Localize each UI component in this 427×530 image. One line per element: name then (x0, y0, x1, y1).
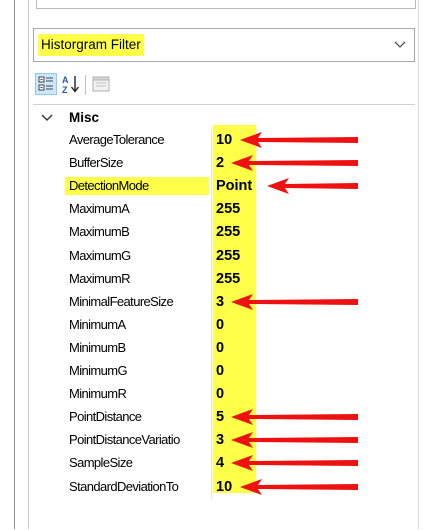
property-row[interactable]: MaximumA 255 (33, 197, 415, 219)
property-value[interactable]: 2 (216, 154, 224, 172)
annotation-arrow (267, 178, 358, 194)
toolbar-separator (85, 75, 86, 95)
property-value[interactable]: 255 (216, 200, 240, 218)
property-name: MinimumR (69, 386, 127, 401)
property-name: MaximumG (69, 248, 131, 263)
object-selector-combobox[interactable]: Historgram Filter (33, 28, 415, 62)
property-row[interactable]: MinimumA 0 (33, 313, 415, 335)
svg-text:Z: Z (62, 85, 68, 95)
annotation-arrow (231, 155, 358, 171)
annotation-arrow (231, 432, 358, 448)
annotation-arrow (231, 455, 358, 471)
property-value[interactable]: 3 (216, 293, 224, 311)
property-grid: Misc AverageTolerance 10 BufferSize 2 Detect… (33, 104, 415, 530)
window-border-right (418, 0, 419, 529)
property-name: MaximumB (69, 224, 130, 239)
category-label: Misc (69, 110, 100, 125)
property-row[interactable]: MinimumB 0 (33, 336, 415, 358)
property-row[interactable]: MaximumR 255 (33, 267, 415, 289)
window-border-inner (28, 0, 29, 529)
property-row[interactable]: MaximumG 255 (33, 244, 415, 266)
object-selector-value: Historgram Filter (38, 34, 144, 56)
property-name: SampleSize (69, 455, 133, 470)
alphabetical-view-button[interactable]: A Z (60, 73, 82, 95)
property-value[interactable]: 255 (216, 247, 240, 265)
annotation-arrow (240, 132, 358, 148)
property-name: MaximumR (69, 271, 131, 286)
property-name: MinimumA (69, 317, 126, 332)
categorized-icon (38, 76, 53, 91)
chevron-down-icon[interactable] (394, 40, 406, 50)
categorized-view-button[interactable] (35, 73, 57, 95)
chevron-down-icon[interactable] (41, 113, 53, 123)
annotation-arrow (231, 294, 358, 310)
property-pages-button[interactable] (90, 73, 112, 95)
window-border-left (14, 0, 15, 529)
property-name: AverageTolerance (69, 132, 165, 147)
property-name: DetectionMode (65, 177, 209, 195)
property-value[interactable]: Point (216, 177, 252, 195)
property-row[interactable]: MinimumR 0 (33, 382, 415, 404)
property-value[interactable]: 10 (216, 131, 232, 149)
property-value[interactable]: 0 (216, 316, 224, 334)
category-row-misc[interactable]: Misc (33, 109, 415, 129)
property-value[interactable]: 255 (216, 223, 240, 241)
property-name: MinimalFeatureSize (69, 294, 174, 309)
property-value[interactable]: 3 (216, 431, 224, 449)
property-name: BufferSize (69, 155, 123, 170)
sort-az-icon: A Z (62, 75, 80, 95)
property-pages-icon (92, 76, 110, 92)
property-value[interactable]: 4 (216, 454, 224, 472)
property-row[interactable]: MinimumG 0 (33, 359, 415, 381)
property-value[interactable]: 255 (216, 270, 240, 288)
property-row[interactable]: MaximumB 255 (33, 220, 415, 242)
property-name: MinimumG (69, 363, 128, 378)
property-name: PointDistance (69, 409, 142, 424)
window-top-panel (36, 0, 416, 9)
property-value[interactable]: 0 (216, 339, 224, 357)
property-name: StandardDeviationTo (69, 479, 179, 494)
annotation-arrow (240, 479, 358, 495)
property-name: MinimumB (69, 340, 126, 355)
property-value[interactable]: 0 (216, 362, 224, 380)
property-name: MaximumA (69, 201, 130, 216)
property-value[interactable]: 5 (216, 408, 224, 426)
property-value[interactable]: 0 (216, 385, 224, 403)
property-grid-toolbar: A Z (33, 72, 415, 98)
svg-text:A: A (62, 75, 69, 85)
property-name: PointDistanceVariatio (69, 432, 180, 447)
annotation-arrow (231, 409, 358, 425)
property-value[interactable]: 10 (216, 478, 232, 496)
